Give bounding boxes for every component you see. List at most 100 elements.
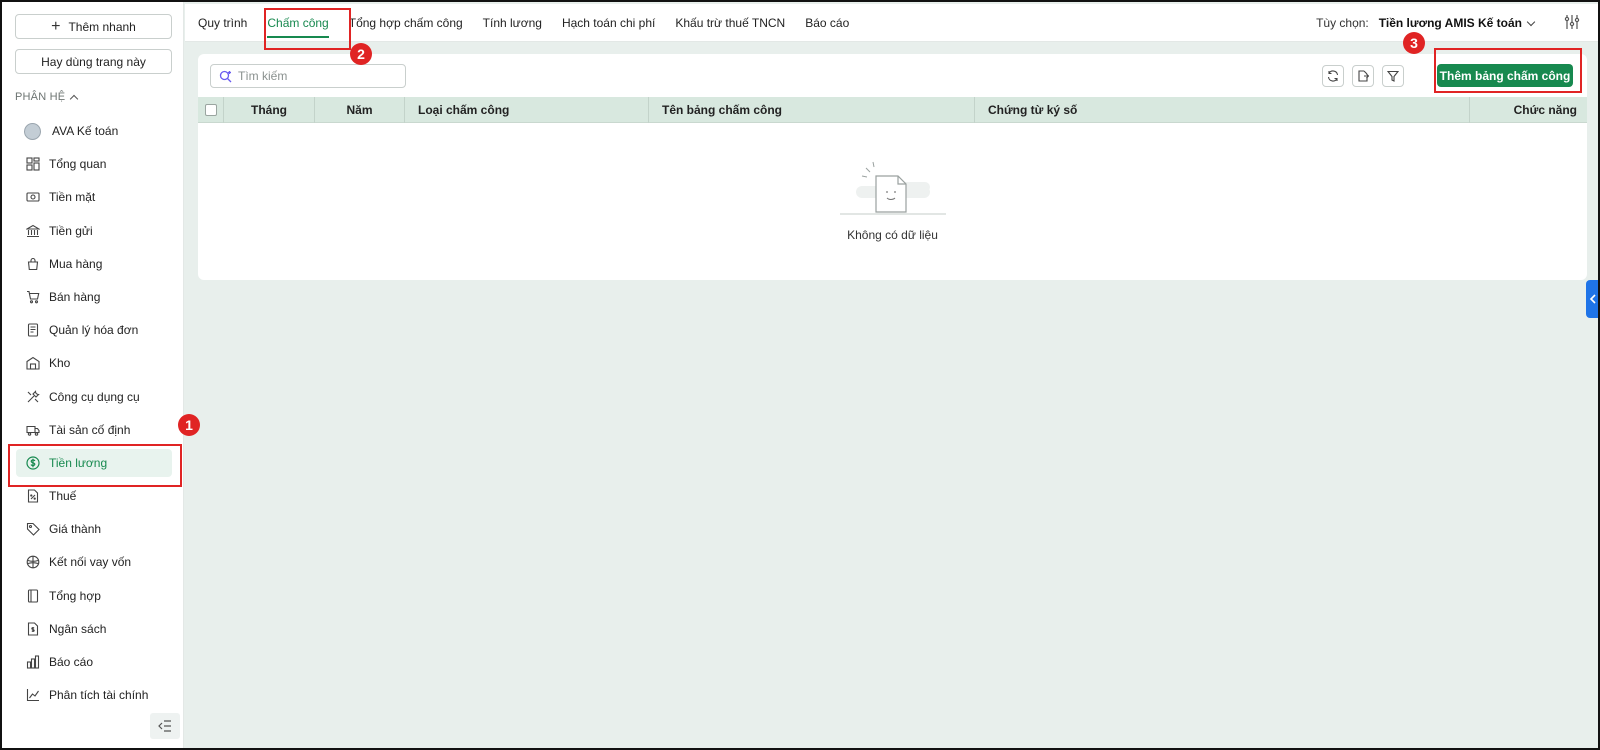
sidebar-item-tien-gui[interactable]: Tiền gửi: [16, 217, 172, 245]
option-dropdown[interactable]: Tiền lương AMIS Kế toán: [1379, 16, 1536, 30]
sidebar-item-cong-cu-dung-cu[interactable]: Công cụ dụng cụ: [16, 383, 172, 411]
tab-label: Hạch toán chi phí: [561, 16, 656, 30]
column-header-ten-bang-cham-cong[interactable]: Tên bảng chấm công: [649, 96, 975, 123]
collapse-sidebar-button[interactable]: [150, 713, 180, 739]
sidebar: + Thêm nhanh Hay dùng trang này PHÂN HỆ …: [2, 2, 184, 748]
tab-label: Báo cáo: [805, 16, 850, 30]
sidebar-item-bao-cao[interactable]: Báo cáo: [16, 648, 172, 676]
app-frame: + Thêm nhanh Hay dùng trang này PHÂN HỆ …: [0, 0, 1600, 750]
option-label: Tùy chọn:: [1316, 16, 1369, 30]
sidebar-item-label: AVA Kế toán: [52, 124, 119, 138]
tab-label: Tính lương: [482, 16, 542, 30]
refresh-icon: [1327, 70, 1339, 82]
option-selector: Tùy chọn: Tiền lương AMIS Kế toán: [1316, 4, 1536, 42]
side-panel-toggle[interactable]: [1586, 280, 1598, 318]
quick-add-label: Thêm nhanh: [68, 19, 136, 34]
chevron-left-icon: [1589, 294, 1596, 304]
sidebar-item-label: Kho: [49, 356, 71, 371]
sidebar-item-phan-tich-tai-chinh[interactable]: Phân tích tài chính: [16, 681, 172, 709]
sidebar-item-ket-noi-vay-von[interactable]: Kết nối vay vốn: [16, 548, 172, 576]
module-section-toggle[interactable]: PHÂN HỆ: [15, 91, 79, 103]
tab-label: Khấu trừ thuế TNCN: [675, 16, 786, 30]
sidebar-item-gia-thanh[interactable]: Giá thành: [16, 515, 172, 543]
price-tag-icon: [26, 522, 40, 537]
sidebar-item-label: Tổng hợp: [49, 588, 101, 603]
search-icon: [219, 70, 232, 82]
sidebar-item-mua-hang[interactable]: Mua hàng: [16, 250, 172, 278]
step-badge-1: 1: [178, 414, 200, 436]
column-header-nam[interactable]: Năm: [315, 96, 405, 123]
sidebar-item-label: Giá thành: [49, 522, 102, 537]
sidebar-item-label: Ngân sách: [49, 621, 107, 636]
tab-tinh-luong[interactable]: Tính lương: [473, 4, 552, 42]
module-section-label: PHÂN HỆ: [15, 91, 66, 103]
empty-state: Không có dữ liệu: [198, 156, 1587, 242]
tab-label: Tổng hợp chấm công: [348, 16, 463, 30]
sidebar-item-ava-ke-toan[interactable]: AVA Kế toán: [16, 117, 172, 145]
sidebar-item-label: Công cụ dụng cụ: [49, 389, 140, 404]
truck-icon: [26, 423, 40, 437]
column-label: Loại chấm công: [418, 102, 510, 117]
quick-add-button[interactable]: + Thêm nhanh: [15, 14, 172, 39]
sidebar-item-label: Tài sản cố định: [49, 422, 131, 437]
book-icon: [26, 589, 40, 603]
sidebar-item-label: Bán hàng: [49, 289, 101, 304]
empty-state-text: Không có dữ liệu: [847, 228, 938, 242]
warehouse-icon: [26, 356, 40, 370]
bar-chart-icon: [26, 655, 40, 669]
search-input[interactable]: [238, 69, 398, 83]
column-label: Tên bảng chấm công: [662, 102, 783, 117]
column-header-thang[interactable]: Tháng: [224, 96, 315, 123]
export-button[interactable]: [1352, 65, 1374, 87]
collapse-left-icon: [158, 720, 171, 732]
cart-icon: [26, 290, 40, 304]
sidebar-item-tong-quan[interactable]: Tổng quan: [16, 150, 172, 178]
module-nav: AVA Kế toán Tổng quan Tiền mặt Tiền gửi: [16, 117, 172, 714]
tab-quy-trinh[interactable]: Quy trình: [185, 4, 257, 42]
tab-tong-hop-cham-cong[interactable]: Tổng hợp chấm công: [339, 4, 473, 42]
tab-khau-tru-thue-tncn[interactable]: Khấu trừ thuế TNCN: [665, 4, 795, 42]
module-topbar: Quy trình Chấm công Tổng hợp chấm công T…: [185, 4, 1598, 42]
frequent-page-button[interactable]: Hay dùng trang này: [15, 49, 172, 74]
tab-bao-cao[interactable]: Báo cáo: [795, 4, 859, 42]
select-all-checkbox[interactable]: [205, 103, 217, 116]
search-box[interactable]: [210, 64, 406, 88]
column-header-chung-tu-ky-so[interactable]: Chứng từ ký số: [975, 96, 1470, 123]
sidebar-item-ban-hang[interactable]: Bán hàng: [16, 283, 172, 311]
column-label: Tháng: [251, 102, 287, 117]
sidebar-item-tong-hop[interactable]: Tổng hợp: [16, 582, 172, 610]
column-header-loai-cham-cong[interactable]: Loại chấm công: [405, 96, 649, 123]
sidebar-item-label: Thuế: [49, 489, 77, 504]
sidebar-item-label: Tổng quan: [49, 157, 107, 172]
sidebar-item-label: Phân tích tài chính: [49, 688, 149, 703]
sidebar-item-label: Tiền gửi: [49, 223, 93, 238]
tab-hach-toan-chi-phi[interactable]: Hạch toán chi phí: [552, 4, 665, 42]
budget-icon: [26, 622, 40, 636]
refresh-button[interactable]: [1322, 65, 1344, 87]
sidebar-item-label: Báo cáo: [49, 655, 94, 669]
sidebar-item-tien-mat[interactable]: Tiền mặt: [16, 183, 172, 211]
dashboard-icon: [26, 157, 40, 171]
column-header-chuc-nang: Chức năng: [1470, 97, 1587, 123]
sidebar-item-kho[interactable]: Kho: [16, 349, 172, 377]
sidebar-item-label: Kết nối vay vốn: [49, 555, 132, 570]
highlight-add-timesheet: [1434, 48, 1582, 93]
chevron-down-icon: [1526, 17, 1536, 26]
sidebar-item-label: Tiền mặt: [49, 190, 96, 205]
export-icon: [1358, 70, 1369, 82]
sidebar-item-ngan-sach[interactable]: Ngân sách: [16, 615, 172, 643]
ava-avatar-icon: [24, 122, 41, 140]
column-label: Năm: [346, 102, 373, 117]
cash-icon: [26, 190, 40, 204]
sidebar-item-label: Quản lý hóa đơn: [49, 323, 139, 338]
highlight-tien-luong: [8, 444, 182, 487]
sidebar-item-quan-ly-hoa-don[interactable]: Quản lý hóa đơn: [16, 316, 172, 344]
sidebar-item-tai-san-co-dinh[interactable]: Tài sản cố định: [16, 416, 172, 444]
select-all-cell: [198, 96, 224, 123]
column-label: Chức năng: [1513, 102, 1577, 117]
shopping-bag-icon: [26, 257, 40, 271]
column-label: Chứng từ ký số: [988, 102, 1078, 117]
tab-label: Quy trình: [198, 16, 248, 30]
settings-sliders-icon[interactable]: [1564, 14, 1580, 30]
filter-button[interactable]: [1382, 65, 1404, 87]
